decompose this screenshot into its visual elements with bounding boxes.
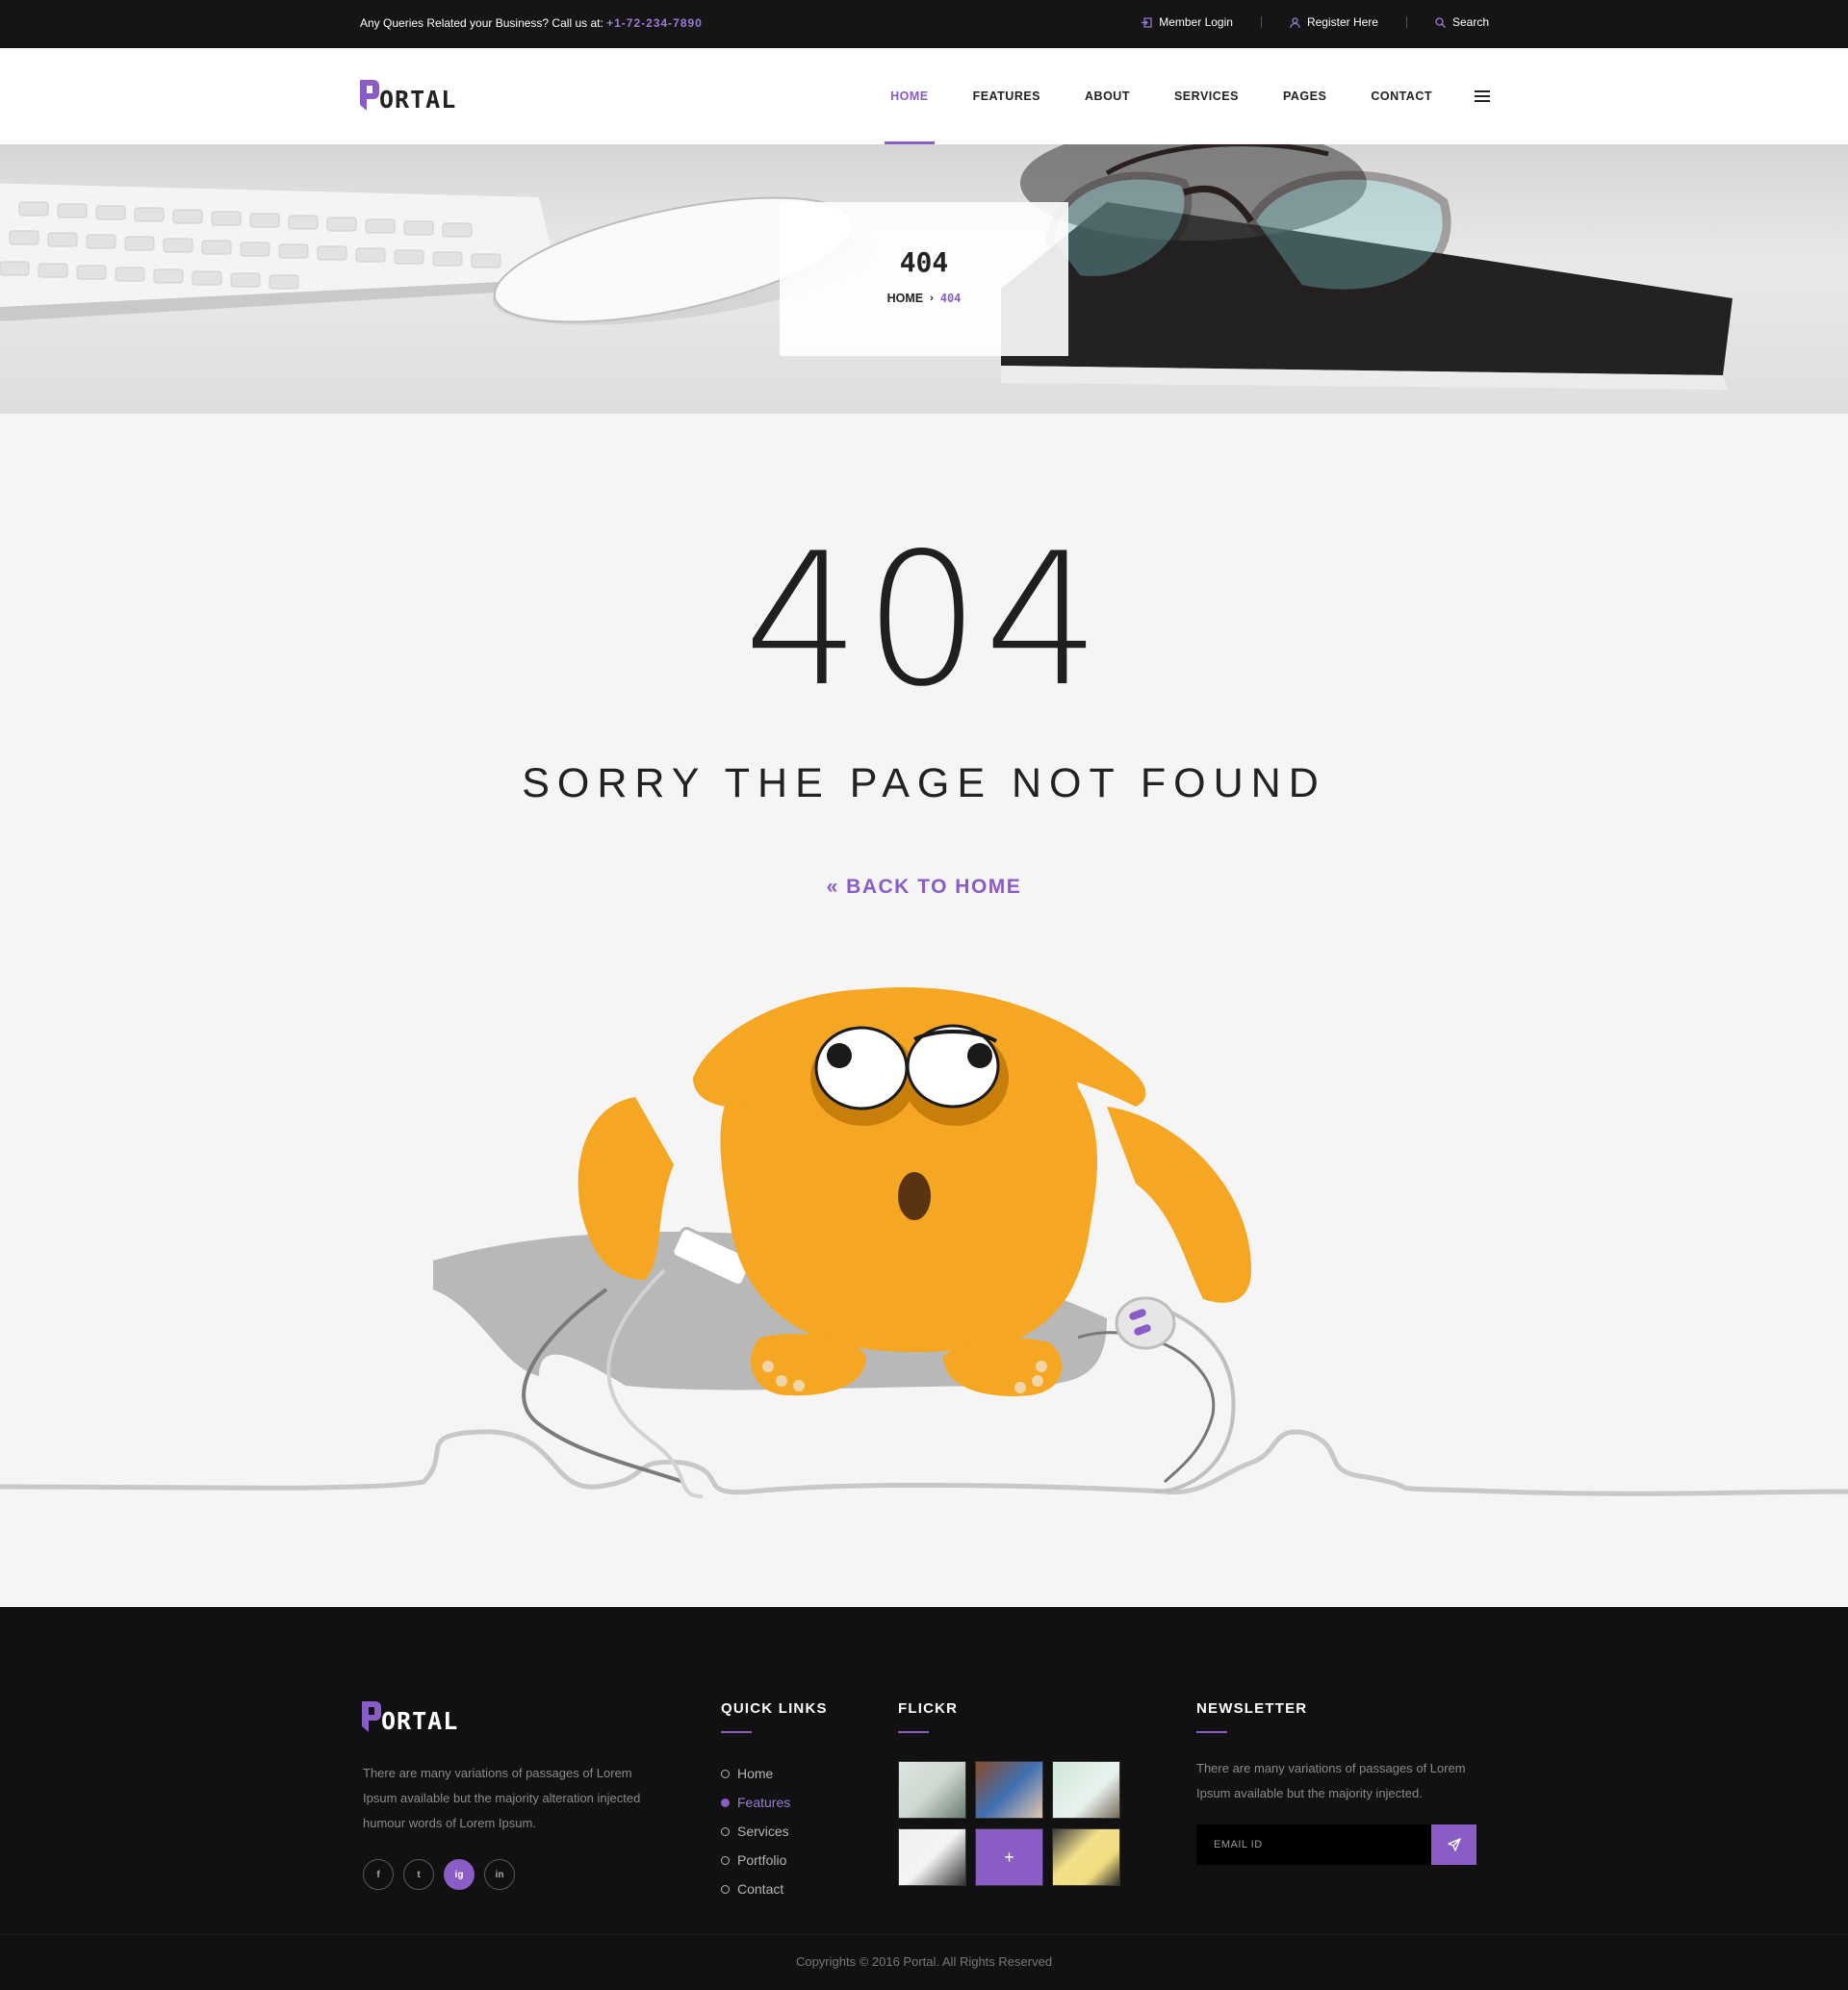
- quick-link-label: Features: [737, 1795, 791, 1810]
- nav-contact[interactable]: CONTACT: [1371, 48, 1432, 144]
- hamburger-menu-icon[interactable]: [1475, 90, 1490, 102]
- breadcrumb: HOME › 404: [780, 292, 1068, 305]
- flickr-thumbnail[interactable]: [898, 1761, 966, 1819]
- flickr-thumbnail[interactable]: [975, 1761, 1043, 1819]
- circle-bullet-icon: [721, 1826, 730, 1836]
- newsletter-title: NEWSLETTER: [1196, 1700, 1308, 1733]
- nav-pages[interactable]: PAGES: [1283, 48, 1326, 144]
- member-login-link[interactable]: Member Login: [1142, 15, 1233, 29]
- instagram-icon[interactable]: ig: [444, 1859, 475, 1890]
- top-bar: Any Queries Related your Business? Call …: [0, 0, 1848, 48]
- quick-link-label: Home: [737, 1766, 774, 1781]
- subscribe-button[interactable]: [1431, 1824, 1476, 1865]
- contact-text: Any Queries Related your Business? Call …: [360, 16, 607, 30]
- error-message: SORRY THE PAGE NOT FOUND: [522, 760, 1326, 806]
- flickr-thumbnail[interactable]: [898, 1828, 966, 1886]
- chevron-right-icon: ›: [930, 293, 934, 304]
- site-footer: ORTAL There are many variations of passa…: [0, 1607, 1848, 1934]
- register-label: Register Here: [1306, 15, 1378, 29]
- flickr-thumbnail[interactable]: +: [975, 1828, 1043, 1886]
- paper-plane-icon: [1447, 1838, 1461, 1851]
- copyright-bar: Copyrights © 2016 Portal. All Rights Res…: [0, 1934, 1848, 1990]
- flickr-thumbnail[interactable]: [1052, 1761, 1120, 1819]
- quick-link-contact[interactable]: Contact: [721, 1875, 790, 1903]
- nav-services[interactable]: SERVICES: [1174, 48, 1239, 144]
- circle-bullet-icon: [721, 1769, 730, 1778]
- phone-number[interactable]: +1-72-234-7890: [606, 16, 703, 30]
- logo-p-mark: [362, 1701, 381, 1732]
- breadcrumb-home[interactable]: HOME: [887, 292, 924, 305]
- monster-illustration: [0, 987, 1848, 1498]
- footer-about-text: There are many variations of passages of…: [363, 1766, 641, 1830]
- divider: [1405, 16, 1407, 28]
- twitter-icon[interactable]: t: [403, 1859, 434, 1890]
- quick-links-list: Home Features Services Portfolio Contact: [721, 1759, 790, 1903]
- breadcrumb-current: 404: [939, 292, 962, 305]
- nav-home[interactable]: HOME: [885, 48, 935, 144]
- search-label: Search: [1451, 15, 1489, 29]
- register-link[interactable]: Register Here: [1290, 15, 1378, 29]
- circle-bullet-icon: [721, 1884, 730, 1894]
- main-header: ORTAL HOME FEATURES ABOUT SERVICES PAGES…: [0, 48, 1848, 144]
- logo-p-mark: [360, 80, 379, 111]
- page-banner: 404 HOME › 404: [0, 144, 1848, 414]
- newsletter-text: There are many variations of passages of…: [1196, 1761, 1466, 1800]
- circle-bullet-icon: [721, 1798, 730, 1807]
- quick-links-title: QUICK LINKS: [721, 1700, 828, 1733]
- nav-features[interactable]: FEATURES: [973, 48, 1040, 144]
- flickr-thumbnail[interactable]: [1052, 1828, 1120, 1886]
- logo-text: ORTAL: [381, 1707, 459, 1735]
- copyright-text: Copyrights © 2016 Portal. All Rights Res…: [795, 1954, 1053, 1969]
- login-icon: [1142, 16, 1152, 28]
- error-code: 404: [743, 514, 1105, 727]
- back-to-home-link[interactable]: « BACK TO HOME: [0, 876, 1848, 899]
- banner-title-box: 404 HOME › 404: [780, 202, 1068, 356]
- quick-link-label: Contact: [737, 1881, 784, 1897]
- quick-link-label: Portfolio: [737, 1852, 787, 1868]
- quick-link-home[interactable]: Home: [721, 1759, 790, 1788]
- linkedin-icon[interactable]: in: [484, 1859, 515, 1890]
- quick-link-portfolio[interactable]: Portfolio: [721, 1846, 790, 1875]
- quick-link-services[interactable]: Services: [721, 1817, 790, 1846]
- footer-logo[interactable]: ORTAL: [362, 1701, 459, 1735]
- plus-icon: +: [1004, 1847, 1014, 1867]
- email-input[interactable]: [1196, 1824, 1431, 1865]
- search-icon: [1435, 16, 1446, 28]
- facebook-icon[interactable]: f: [363, 1859, 394, 1890]
- divider: [1260, 16, 1262, 28]
- flickr-gallery: +: [898, 1761, 1120, 1886]
- banner-title: 404: [899, 246, 949, 278]
- user-icon: [1290, 16, 1300, 28]
- nav-about[interactable]: ABOUT: [1085, 48, 1130, 144]
- quick-link-label: Services: [737, 1824, 789, 1839]
- logo-text: ORTAL: [379, 86, 457, 114]
- social-links: f t ig in: [363, 1859, 515, 1890]
- main-nav: HOME FEATURES ABOUT SERVICES PAGES CONTA…: [846, 48, 1490, 144]
- search-link[interactable]: Search: [1435, 15, 1489, 29]
- site-logo[interactable]: ORTAL: [360, 80, 457, 114]
- contact-info: Any Queries Related your Business? Call …: [360, 16, 703, 30]
- member-login-label: Member Login: [1159, 15, 1233, 29]
- flickr-title: FLICKR: [898, 1700, 959, 1733]
- quick-link-features[interactable]: Features: [721, 1788, 790, 1817]
- circle-bullet-icon: [721, 1855, 730, 1865]
